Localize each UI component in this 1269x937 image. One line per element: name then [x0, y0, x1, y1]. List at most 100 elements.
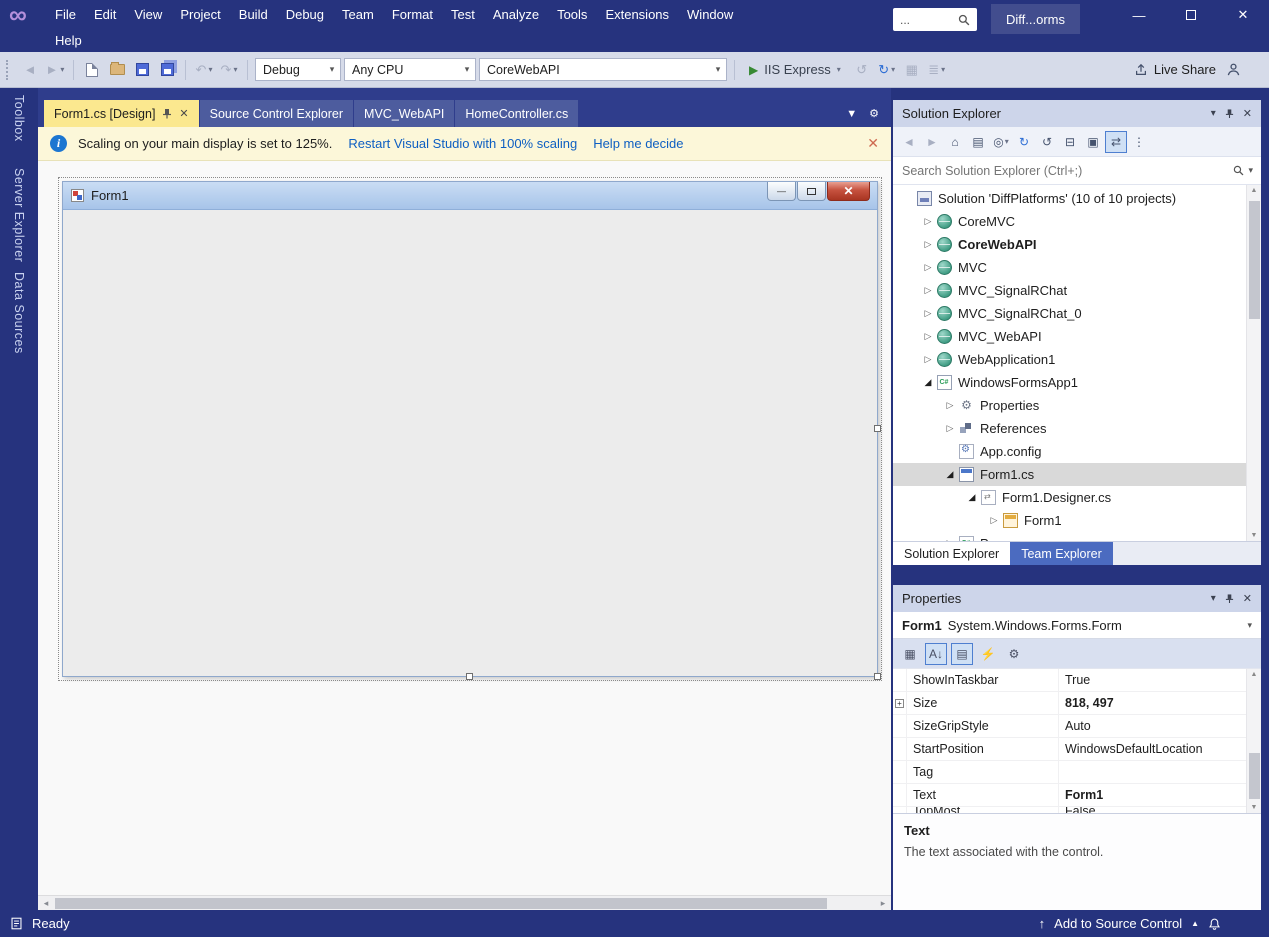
property-row-tag[interactable]: Tag	[893, 761, 1261, 784]
expand-arrow-icon[interactable]: ▷	[919, 308, 937, 319]
horizontal-scrollbar[interactable]: ◂ ▸	[38, 895, 891, 910]
categorized-button[interactable]: ▦	[899, 643, 921, 665]
property-row-text[interactable]: Text Form1	[893, 784, 1261, 807]
window-position-dropdown-icon[interactable]: ▾	[1211, 593, 1216, 604]
properties-header[interactable]: Properties ▾ ✕	[893, 585, 1261, 612]
tree-item-program-cs[interactable]: ▷ Program.cs	[893, 532, 1261, 541]
pin-icon[interactable]	[162, 108, 172, 119]
expand-arrow-icon[interactable]: ▷	[919, 239, 937, 250]
save-all-button[interactable]	[156, 58, 178, 82]
tree-item-mvc-webapi[interactable]: ▷ MVC_WebAPI	[893, 325, 1261, 348]
forward-button[interactable]: ►	[921, 131, 943, 153]
list-options-button[interactable]: ≣ ▾	[926, 58, 948, 82]
tree-item-app-config[interactable]: App.config	[893, 440, 1261, 463]
expand-arrow-icon[interactable]: ▷	[985, 515, 1003, 526]
tab-source-control-explorer[interactable]: Source Control Explorer	[199, 100, 354, 127]
tree-item-mvc-signalrchat[interactable]: ▷ MVC_SignalRChat	[893, 279, 1261, 302]
tab-solution-explorer[interactable]: Solution Explorer	[893, 542, 1011, 565]
tree-item-form1-cs[interactable]: ◢ Form1.cs	[893, 463, 1261, 486]
toolbar-overflow-icon[interactable]: ⋮	[1128, 131, 1150, 153]
expand-plus-icon[interactable]: +	[895, 698, 904, 708]
property-value[interactable]	[1059, 761, 1246, 783]
resize-handle-right[interactable]	[874, 425, 881, 432]
search-icon[interactable]	[1233, 165, 1244, 176]
close-panel-icon[interactable]: ✕	[1243, 592, 1252, 605]
search-options-dropdown-icon[interactable]: ▾	[1248, 165, 1253, 176]
notifications-bell-icon[interactable]	[1208, 917, 1221, 931]
expand-arrow-icon[interactable]: ▷	[919, 354, 937, 365]
minimize-button[interactable]: —	[1113, 0, 1165, 30]
save-button[interactable]	[131, 58, 153, 82]
refresh-button[interactable]: ↻	[1013, 131, 1035, 153]
scroll-up-icon[interactable]: ▲	[1247, 187, 1261, 194]
solution-configuration-dropdown[interactable]: Debug ▾	[255, 58, 341, 81]
background-tasks-icon[interactable]	[10, 917, 23, 930]
start-debugging-button[interactable]: ▶ IIS Express ▾	[742, 57, 848, 83]
refresh-button[interactable]: ↻ ▾	[876, 58, 898, 82]
expand-arrow-icon[interactable]: ▷	[919, 216, 937, 227]
tree-item-solution[interactable]: Solution 'DiffPlatforms' (10 of 10 proje…	[893, 187, 1261, 210]
hot-reload-button[interactable]: ↺	[851, 58, 873, 82]
restart-with-100-scaling-link[interactable]: Restart Visual Studio with 100% scaling	[348, 136, 577, 151]
pin-icon[interactable]	[1225, 593, 1234, 604]
tab-data-sources[interactable]: Data Sources	[12, 272, 26, 354]
tab-homecontroller[interactable]: HomeController.cs	[455, 100, 579, 127]
help-me-decide-link[interactable]: Help me decide	[593, 136, 683, 151]
property-row-startposition[interactable]: StartPosition WindowsDefaultLocation	[893, 738, 1261, 761]
menu-tools[interactable]: Tools	[548, 7, 596, 22]
scrollbar-thumb[interactable]	[55, 897, 827, 909]
form1-design-surface[interactable]: Form1 — ✕	[58, 177, 882, 681]
property-row-sizegripstyle[interactable]: SizeGripStyle Auto	[893, 715, 1261, 738]
tree-item-windowsformsapp1[interactable]: ◢ WindowsFormsApp1	[893, 371, 1261, 394]
solution-platform-dropdown[interactable]: Any CPU ▾	[344, 58, 476, 81]
menu-test[interactable]: Test	[442, 7, 484, 22]
tree-item-references[interactable]: ▷ References	[893, 417, 1261, 440]
designer-canvas[interactable]: Form1 — ✕	[38, 161, 891, 895]
tree-item-properties[interactable]: ▷ ⚙ Properties	[893, 394, 1261, 417]
home-button[interactable]: ⌂	[944, 131, 966, 153]
property-value[interactable]: Auto	[1059, 715, 1246, 737]
sync-with-active-document-button[interactable]: ⇄	[1105, 130, 1127, 153]
open-file-button[interactable]	[106, 58, 128, 82]
pending-changes-filter-button[interactable]: ◎ ▾	[990, 131, 1012, 153]
close-panel-icon[interactable]: ✕	[1243, 107, 1252, 120]
navigate-back-button[interactable]: ◄	[19, 58, 41, 82]
resize-handle-bottom-right[interactable]	[874, 673, 881, 680]
active-files-dropdown-icon[interactable]: ▼	[846, 108, 857, 120]
scrollbar-thumb[interactable]	[1249, 201, 1260, 319]
menu-view[interactable]: View	[125, 7, 171, 22]
quick-launch-input[interactable]: ...	[893, 8, 977, 31]
menu-debug[interactable]: Debug	[277, 7, 333, 22]
expand-arrow-icon[interactable]: ▷	[941, 400, 959, 411]
tab-team-explorer[interactable]: Team Explorer	[1010, 542, 1113, 565]
property-value[interactable]: 818, 497	[1059, 692, 1246, 714]
object-selector-dropdown[interactable]: Form1 System.Windows.Forms.Form ▾	[893, 612, 1261, 639]
collapse-arrow-icon[interactable]: ◢	[919, 377, 937, 388]
add-to-source-control-button[interactable]: Add to Source Control	[1054, 916, 1182, 931]
solution-search-input[interactable]	[893, 163, 1234, 178]
property-value[interactable]: WindowsDefaultLocation	[1059, 738, 1246, 760]
tree-item-mvc-signalrchat-0[interactable]: ▷ MVC_SignalRChat_0	[893, 302, 1261, 325]
tree-item-webapplication1[interactable]: ▷ WebApplication1	[893, 348, 1261, 371]
tree-vertical-scrollbar[interactable]: ▲ ▼	[1246, 185, 1261, 541]
property-value[interactable]: True	[1059, 669, 1246, 691]
redo-button[interactable]: ↷ ▾	[218, 58, 240, 82]
menu-file[interactable]: File	[46, 7, 85, 22]
close-tab-icon[interactable]: ✕	[179, 107, 188, 120]
pin-icon[interactable]	[1225, 108, 1234, 119]
menu-extensions[interactable]: Extensions	[596, 7, 678, 22]
property-row-topmost-clipped[interactable]: TopMost False	[893, 807, 1261, 813]
maximize-button[interactable]	[1165, 0, 1217, 30]
window-options-gear-icon[interactable]: ⚙	[869, 107, 879, 120]
source-control-dropdown-icon[interactable]: ▲	[1191, 919, 1199, 928]
switch-views-button[interactable]: ▤	[967, 131, 989, 153]
expand-arrow-icon[interactable]: ▷	[941, 423, 959, 434]
undo-button[interactable]: ↶ ▾	[193, 58, 215, 82]
property-row-size[interactable]: + Size 818, 497	[893, 692, 1261, 715]
expand-arrow-icon[interactable]: ▷	[919, 285, 937, 296]
menu-format[interactable]: Format	[383, 7, 442, 22]
feedback-person-icon[interactable]	[1226, 62, 1241, 77]
infobar-close-icon[interactable]: ✕	[867, 135, 879, 152]
live-share-button[interactable]: Live Share	[1134, 62, 1216, 77]
tree-item-form1-designer-cs[interactable]: ◢ Form1.Designer.cs	[893, 486, 1261, 509]
